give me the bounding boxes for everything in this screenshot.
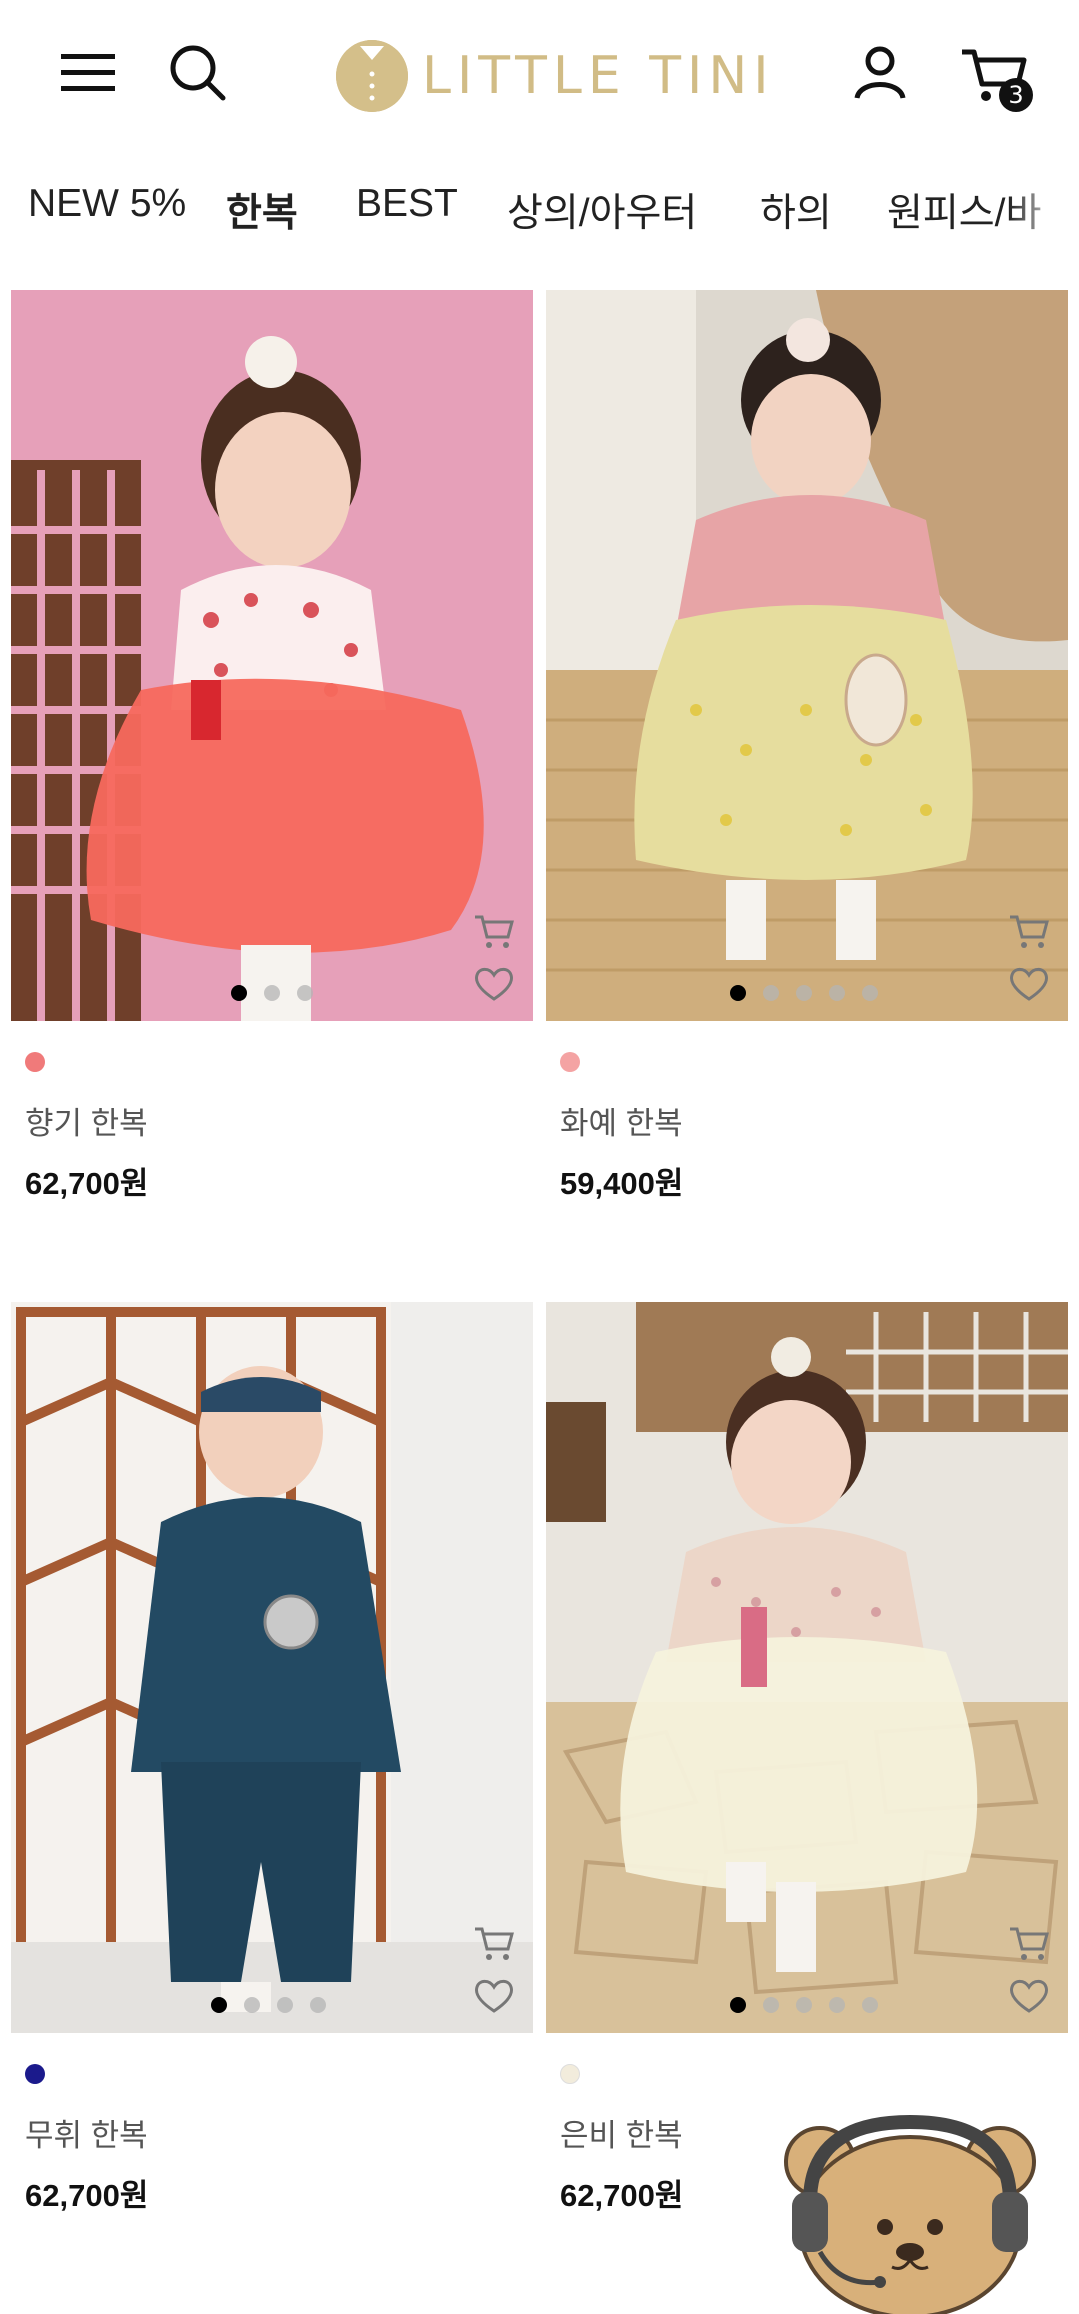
category-tab-tops-outer[interactable]: 상의/아우터 [507,182,697,238]
wishlist-heart-icon[interactable] [1008,1977,1050,2015]
slide-dot[interactable] [297,985,313,1001]
color-swatch[interactable] [25,2064,45,2084]
user-icon[interactable] [848,40,912,104]
product-image[interactable] [11,290,533,1021]
wishlist-heart-icon[interactable] [473,1977,515,2015]
wishlist-heart-icon[interactable] [1008,965,1050,1003]
category-nav: NEW 5% 한복 BEST 상의/아우터 하의 원피스/바 [0,168,1079,248]
product-name[interactable]: 향기 한복 [25,1098,148,1143]
top-header: LITTLE TINI 3 [0,0,1079,150]
product-image[interactable] [11,1302,533,2033]
wishlist-heart-icon[interactable] [473,965,515,1003]
add-to-cart-icon[interactable] [1008,913,1050,951]
category-tab-best[interactable]: BEST [356,182,458,226]
slide-dot[interactable] [763,1997,779,2013]
product-price: 62,700원 [25,1166,149,1201]
slide-dot[interactable] [277,1997,293,2013]
slide-indicator[interactable] [231,985,313,1001]
cart-icon[interactable]: 3 [955,40,1035,112]
add-to-cart-icon[interactable] [1008,1925,1050,1963]
slide-dot[interactable] [730,1997,746,2013]
slide-dot[interactable] [862,985,878,1001]
product-card[interactable]: 은비 한복 62,700원 [546,1302,1068,2213]
slide-dot[interactable] [829,985,845,1001]
product-card[interactable]: 무휘 한복 62,700원 [11,1302,533,2213]
add-to-cart-icon[interactable] [473,1925,515,1963]
slide-dot[interactable] [211,1997,227,2013]
slide-dot[interactable] [763,985,779,1001]
cart-count-badge: 3 [999,78,1033,112]
slide-dot[interactable] [310,1997,326,2013]
slide-dot[interactable] [730,985,746,1001]
slide-dot[interactable] [231,985,247,1001]
slide-indicator[interactable] [211,1997,326,2013]
product-price: 62,700원 [25,2178,149,2213]
product-name[interactable]: 무휘 한복 [25,2110,148,2155]
product-image[interactable] [546,290,1068,1021]
menu-icon[interactable] [58,48,118,98]
slide-dot[interactable] [862,1997,878,2013]
product-price: 59,400원 [560,1166,684,1201]
slide-dot[interactable] [796,1997,812,2013]
color-swatch[interactable] [25,1052,45,1072]
color-swatch[interactable] [560,1052,580,1072]
category-tab-hanbok[interactable]: 한복 [226,182,298,238]
slide-dot[interactable] [829,1997,845,2013]
search-icon[interactable] [165,40,231,106]
slide-dot[interactable] [264,985,280,1001]
slide-indicator[interactable] [730,985,878,1001]
product-name[interactable]: 은비 한복 [560,2110,683,2155]
chat-support-bear-icon[interactable] [780,2112,1040,2314]
slide-dot[interactable] [796,985,812,1001]
category-tab-bottoms[interactable]: 하의 [760,182,832,238]
nav-fade [1009,168,1079,248]
logo-text: LITTLE TINI [422,46,775,106]
slide-dot[interactable] [244,1997,260,2013]
product-name[interactable]: 화예 한복 [560,1098,683,1143]
product-card[interactable]: 화예 한복 59,400원 [546,290,1068,1201]
brand-logo[interactable]: LITTLE TINI [336,38,775,114]
product-image[interactable] [546,1302,1068,2033]
product-card[interactable]: 향기 한복 62,700원 [11,290,533,1201]
logo-mark-icon [336,40,408,112]
color-swatch[interactable] [560,2064,580,2084]
product-price: 62,700원 [560,2178,684,2213]
category-tab-new[interactable]: NEW 5% [28,182,186,226]
add-to-cart-icon[interactable] [473,913,515,951]
slide-indicator[interactable] [730,1997,878,2013]
